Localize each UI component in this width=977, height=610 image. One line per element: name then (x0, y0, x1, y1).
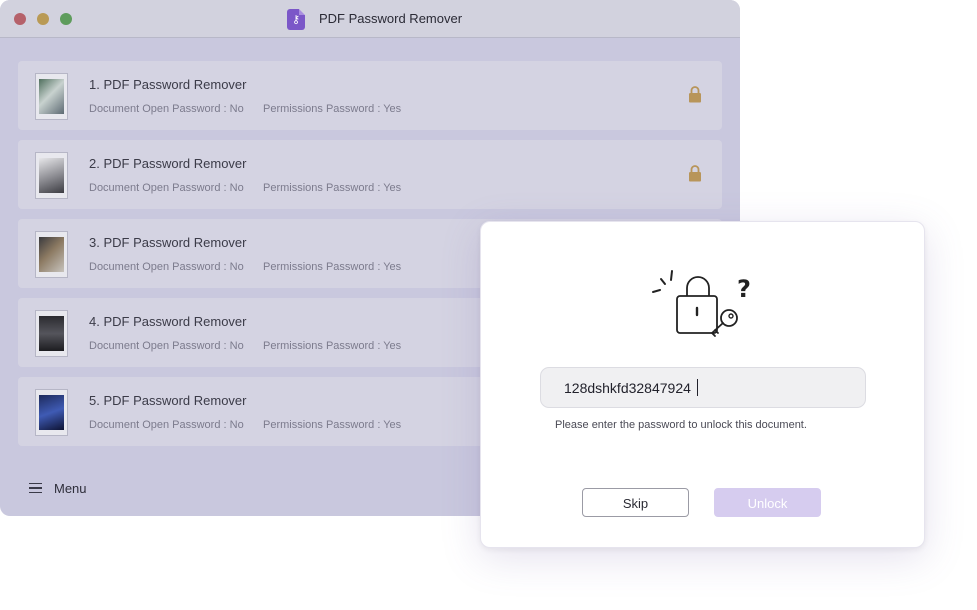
pdf-key-icon: ⚷ (287, 9, 305, 30)
lock-key-question-icon: ? (652, 270, 751, 337)
document-thumbnail (35, 389, 68, 436)
document-thumbnail (35, 231, 68, 278)
svg-text:?: ? (737, 275, 751, 303)
file-name: 4. PDF Password Remover (89, 314, 247, 329)
menu-label: Menu (54, 480, 87, 496)
permissions-password-status: Permissions Password : Yes (263, 340, 402, 352)
password-input[interactable]: 128dshkfd32847924 (540, 367, 866, 408)
file-name: 1. PDF Password Remover (89, 77, 247, 92)
document-thumbnail (35, 152, 68, 199)
file-name: 2. PDF Password Remover (89, 156, 247, 171)
unlock-button[interactable]: Unlock (714, 488, 821, 517)
minimize-window-button[interactable] (37, 13, 49, 25)
file-row[interactable]: 1. PDF Password Remover Document Open Pa… (18, 61, 722, 130)
hamburger-icon (29, 482, 42, 494)
permissions-password-status: Permissions Password : Yes (263, 261, 402, 273)
file-name: 5. PDF Password Remover (89, 393, 247, 408)
open-password-status: Document Open Password : No (89, 419, 244, 431)
window-title: PDF Password Remover (319, 11, 463, 26)
open-password-status: Document Open Password : No (89, 261, 244, 273)
lock-icon (689, 165, 701, 182)
password-hint: Please enter the password to unlock this… (555, 419, 807, 431)
skip-button[interactable]: Skip (582, 488, 689, 517)
password-dialog: ? 128dshkfd32847924 Please enter the pas… (480, 221, 925, 548)
file-name: 3. PDF Password Remover (89, 235, 247, 250)
open-password-status: Document Open Password : No (89, 182, 244, 194)
lock-icon (689, 86, 701, 103)
permissions-password-status: Permissions Password : Yes (263, 182, 402, 194)
document-thumbnail (35, 310, 68, 357)
password-input-value: 128dshkfd32847924 (564, 379, 698, 396)
text-caret (696, 379, 698, 396)
permissions-password-status: Permissions Password : Yes (263, 419, 402, 431)
open-password-status: Document Open Password : No (89, 103, 244, 115)
menu-button[interactable]: Menu (29, 480, 87, 496)
permissions-password-status: Permissions Password : Yes (263, 103, 402, 115)
document-thumbnail (35, 73, 68, 120)
file-row[interactable]: 2. PDF Password Remover Document Open Pa… (18, 140, 722, 209)
close-window-button[interactable] (14, 13, 26, 25)
open-password-status: Document Open Password : No (89, 340, 244, 352)
zoom-window-button[interactable] (60, 13, 72, 25)
title-bar: ⚷ PDF Password Remover (0, 0, 740, 38)
